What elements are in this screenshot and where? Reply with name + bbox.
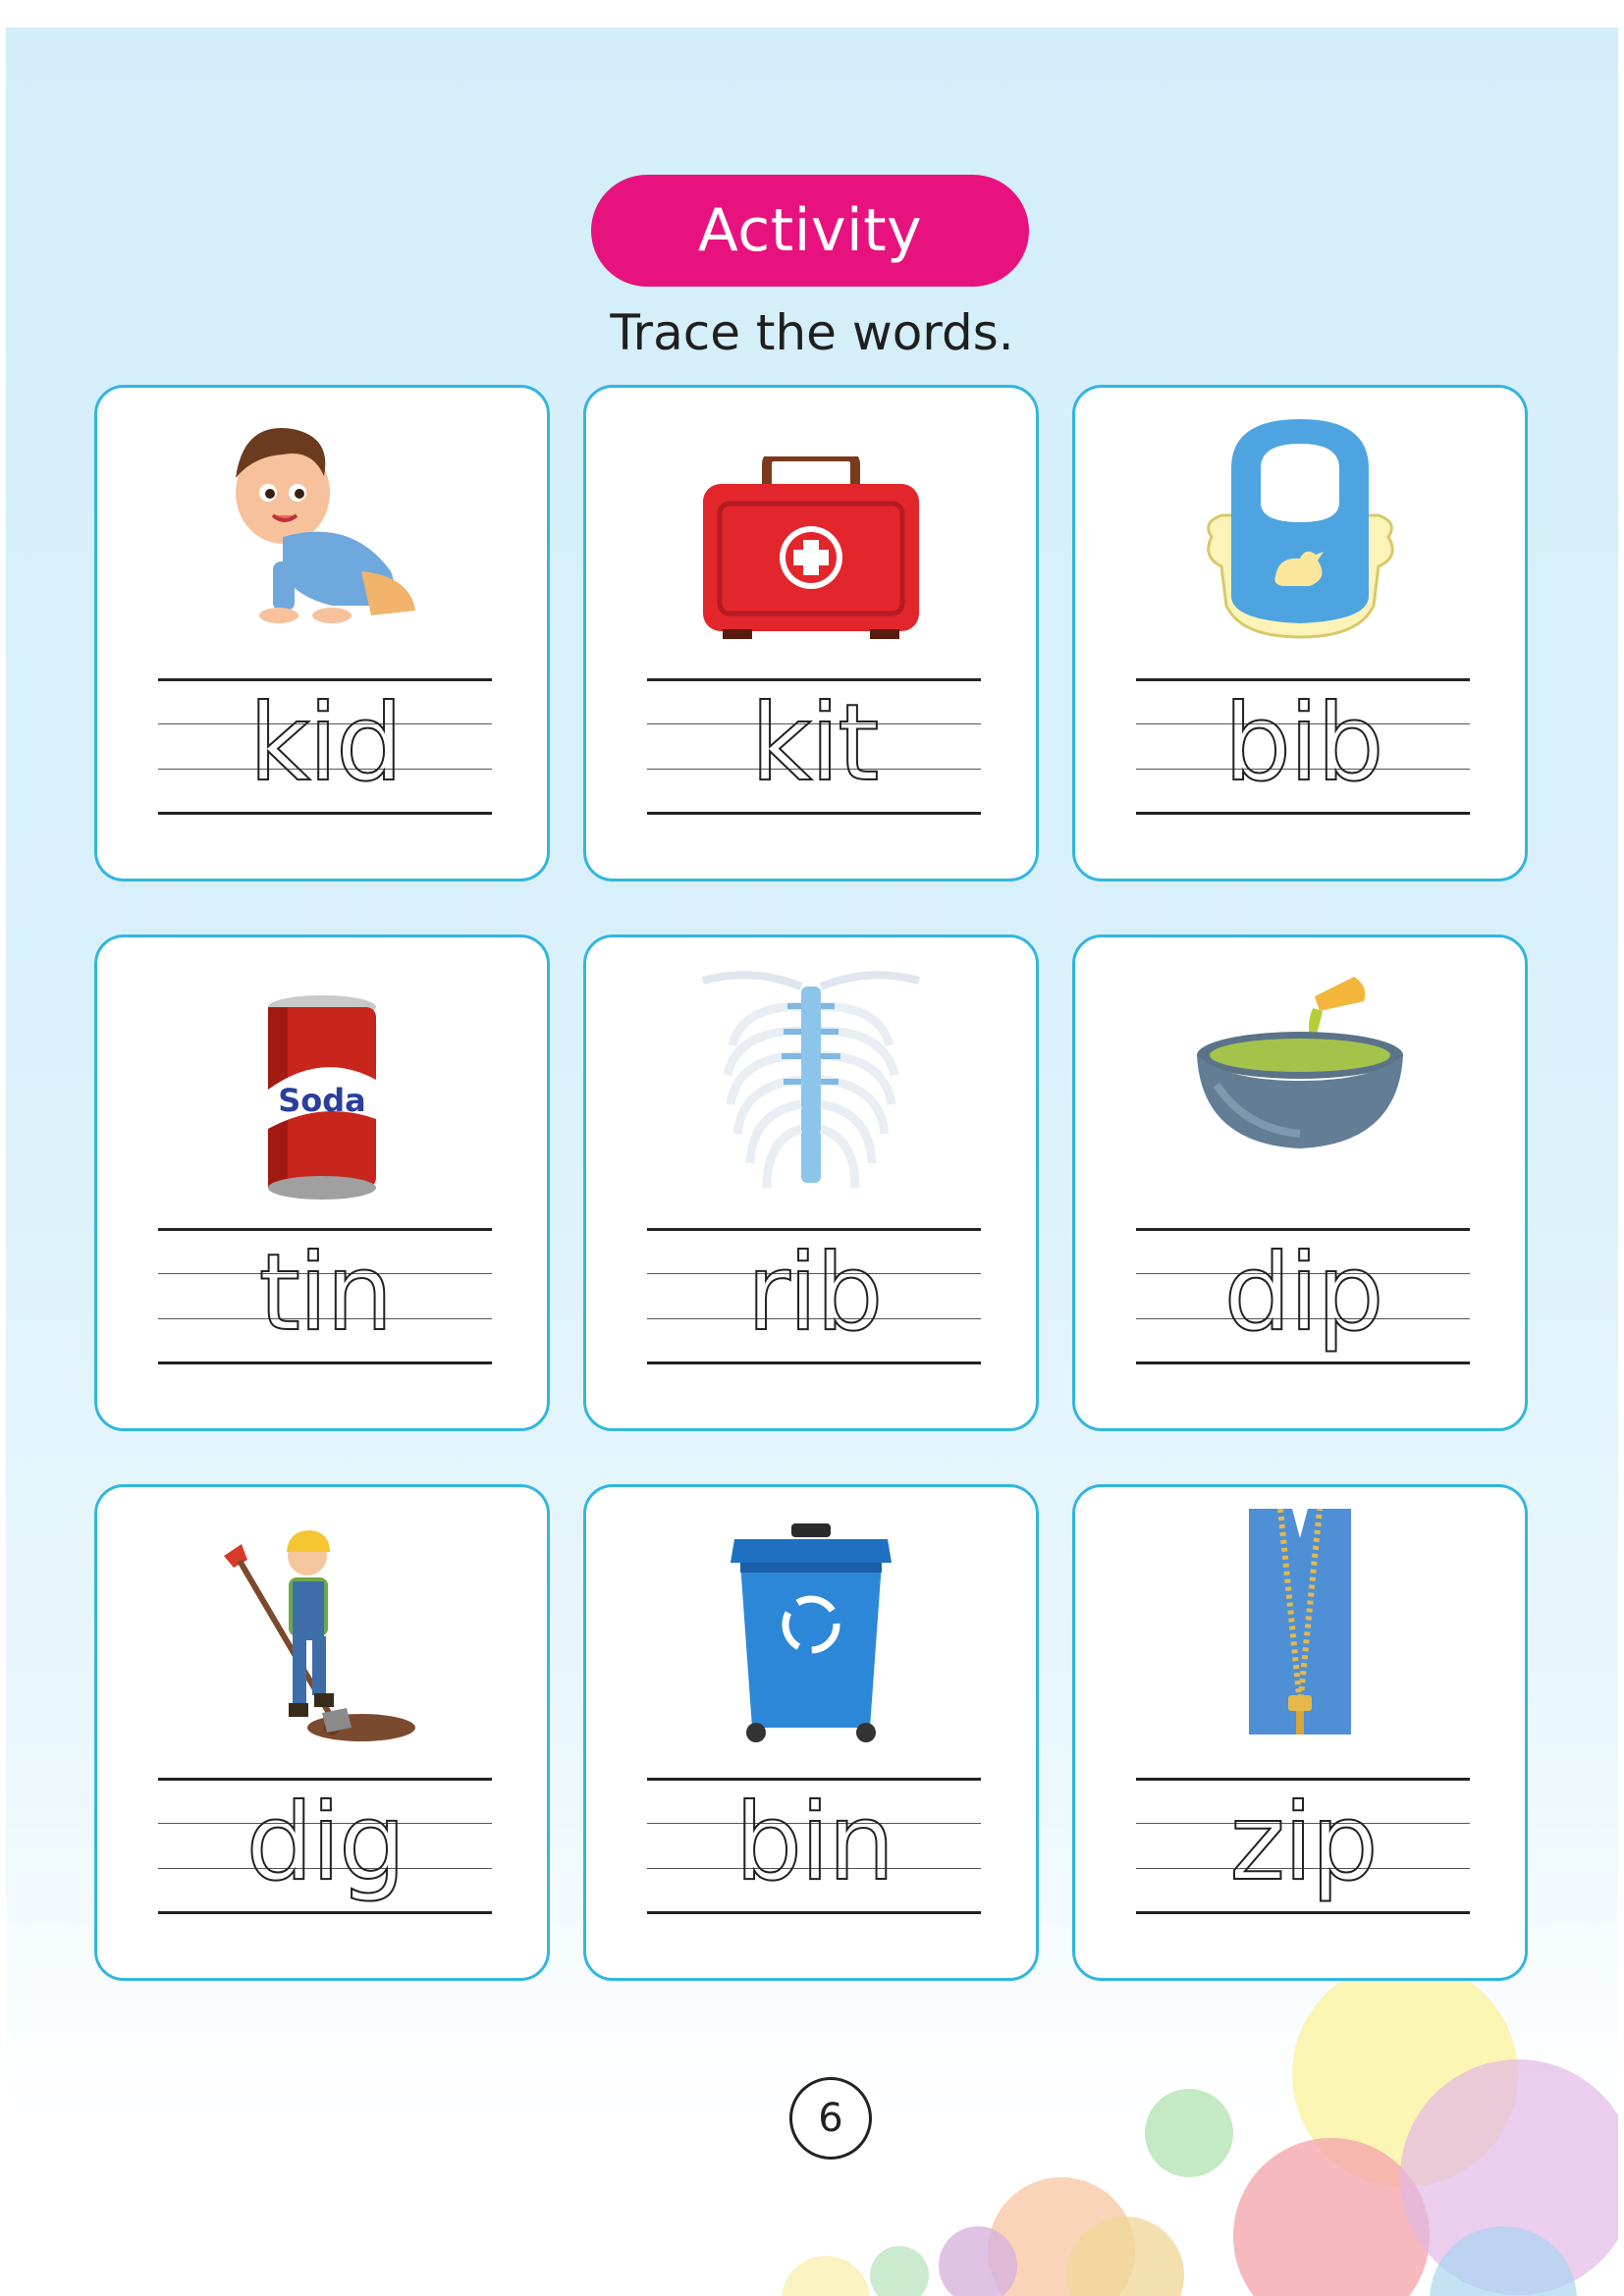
tracing-lines: kid — [158, 670, 492, 818]
tracing-lines: kit — [647, 670, 981, 818]
word-card-tin: Soda tin — [94, 934, 550, 1431]
decorative-bubble — [939, 2226, 1017, 2296]
word-card-bin: bin — [583, 1484, 1039, 1981]
card-image — [97, 388, 547, 663]
baby-bib-icon — [1207, 419, 1394, 639]
tracing-lines: dip — [1136, 1220, 1470, 1367]
decorative-bubble — [1145, 2089, 1233, 2177]
soda-label: Soda — [278, 1082, 366, 1119]
card-image: Soda — [97, 937, 547, 1212]
card-image — [1075, 388, 1525, 663]
trace-word[interactable]: bib — [1136, 670, 1470, 818]
zipper-icon — [1249, 1509, 1351, 1735]
word-card-bib: bib — [1072, 385, 1528, 881]
trace-word[interactable]: kit — [647, 670, 981, 818]
crawling-baby-icon — [236, 428, 415, 623]
trace-word[interactable]: dip — [1136, 1220, 1470, 1367]
card-image — [586, 1487, 1036, 1762]
card-image — [586, 937, 1036, 1212]
dip-bowl-icon — [1197, 977, 1403, 1148]
trace-word[interactable]: tin — [158, 1220, 492, 1367]
boy-digging-icon — [224, 1530, 415, 1741]
rib-cage-icon — [701, 971, 921, 1189]
word-card-dig: dig — [94, 1484, 550, 1981]
trace-word[interactable]: dig — [158, 1770, 492, 1917]
card-image — [1075, 937, 1525, 1212]
tracing-lines: rib — [647, 1220, 981, 1367]
card-image — [586, 388, 1036, 663]
trace-word[interactable]: zip — [1136, 1770, 1470, 1917]
activity-badge: Activity — [591, 175, 1029, 287]
trace-word[interactable]: rib — [647, 1220, 981, 1367]
tracing-lines: bib — [1136, 670, 1470, 818]
word-card-dip: dip — [1072, 934, 1528, 1431]
soda-can-icon: Soda — [268, 995, 376, 1200]
recycle-bin-icon — [731, 1523, 892, 1742]
tracing-lines: bin — [647, 1770, 981, 1917]
instruction-text: Trace the words. — [610, 304, 1014, 361]
decorative-bubble — [870, 2246, 929, 2296]
worksheet-page: Activity Trace the words. kid kit bib So… — [0, 0, 1624, 2296]
decorative-bubble — [782, 2256, 870, 2296]
card-image — [1075, 1487, 1525, 1762]
trace-word[interactable]: kid — [158, 670, 492, 818]
page-number: 6 — [789, 2077, 872, 2160]
word-card-zip: zip — [1072, 1484, 1528, 1981]
tracing-lines: dig — [158, 1770, 492, 1917]
word-card-kid: kid — [94, 385, 550, 881]
word-card-kit: kit — [583, 385, 1039, 881]
trace-word[interactable]: bin — [647, 1770, 981, 1917]
word-card-rib: rib — [583, 934, 1039, 1431]
card-image — [97, 1487, 547, 1762]
first-aid-kit-icon — [703, 456, 919, 639]
tracing-lines: tin — [158, 1220, 492, 1367]
tracing-lines: zip — [1136, 1770, 1470, 1917]
